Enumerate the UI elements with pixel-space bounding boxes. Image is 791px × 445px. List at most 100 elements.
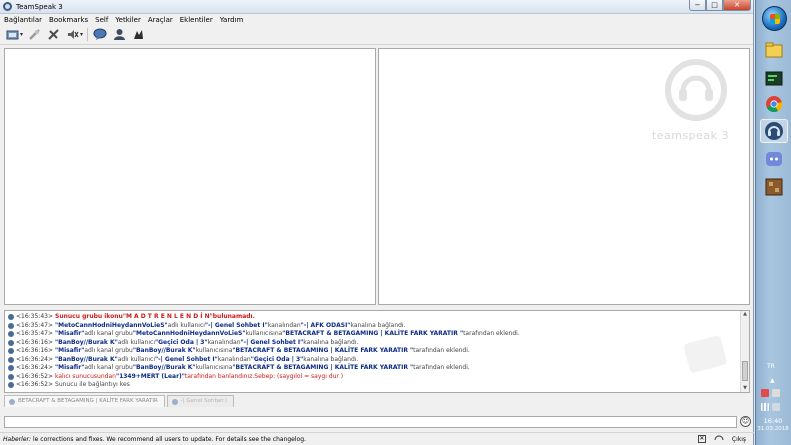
chat-segment: kalıcı sunucusundan bbox=[55, 372, 116, 380]
info-icon bbox=[8, 356, 14, 363]
chat-segment[interactable]: "-| AFK ODASI" bbox=[301, 322, 351, 331]
close-button[interactable]: ✕ bbox=[723, 0, 751, 11]
chat-timestamp: <16:36:16> bbox=[16, 347, 54, 354]
chat-segment: Sunucu grubu ikonu bbox=[55, 313, 123, 320]
menu-eklentiler[interactable]: Eklentiler bbox=[180, 16, 213, 24]
teamspeak-watermark-text: teamspeak 3 bbox=[651, 129, 729, 142]
title-bar[interactable]: TeamSpeak 3 − □ ✕ bbox=[0, 0, 753, 14]
chat-line: <16:36:24> "Misafir" adlı kanal grubu "Ba… bbox=[8, 364, 738, 373]
chat-segment: tarafından eklendi. bbox=[463, 330, 520, 337]
contacts-icon[interactable] bbox=[112, 28, 126, 42]
toolbar: ▾ ▾ bbox=[0, 25, 753, 45]
menu-bar: Bağlantılar Bookmarks Self Yetkiler Araç… bbox=[0, 14, 753, 25]
chat-segment: kullanıcısına bbox=[195, 347, 233, 354]
scroll-down-icon[interactable]: ▼ bbox=[741, 385, 749, 392]
chat-log[interactable]: <16:35:43> Sunucu grubu ikonu "M A D T R … bbox=[4, 310, 750, 393]
chat-segment[interactable]: "-| Genel Sohbet I" bbox=[205, 322, 268, 331]
chat-segment[interactable]: "BanBoy//Burak K" bbox=[55, 339, 118, 348]
teamspeak-icon[interactable] bbox=[760, 119, 788, 143]
news-ticker: le corrections and fixes. We recommend a… bbox=[33, 435, 306, 443]
chat-lines: <16:35:43> Sunucu grubu ikonu "M A D T R … bbox=[8, 313, 738, 390]
chat-segment[interactable]: "MetoCannHodniHeydannVoLieS" bbox=[55, 322, 168, 331]
chat-icon[interactable] bbox=[93, 28, 107, 42]
chat-input[interactable] bbox=[4, 416, 737, 428]
info-icon bbox=[8, 339, 14, 346]
tray-icons-row-1 bbox=[761, 389, 783, 397]
chat-segment[interactable]: "Geçici Oda | 3" bbox=[155, 339, 208, 348]
connect-dropdown-icon[interactable]: ▾ bbox=[20, 31, 23, 38]
chat-segment[interactable]: "BanBoy//Burak K" bbox=[133, 364, 196, 373]
chat-timestamp: <16:36:52> bbox=[16, 372, 54, 380]
subscribe-icon[interactable] bbox=[131, 28, 145, 42]
emoticon-icon[interactable]: ☺ bbox=[740, 416, 751, 427]
chat-segment: tarafından banlandınız.Sebep: (saygılol … bbox=[184, 372, 344, 380]
chat-segment[interactable]: "BETACRAFT & BETAGAMING | KALİTE FARK YA… bbox=[232, 364, 413, 373]
close-news-icon[interactable]: ✕ bbox=[697, 435, 706, 443]
monitor-icon[interactable] bbox=[772, 389, 780, 397]
chat-segment[interactable]: "-| Genel Sohbet I" bbox=[155, 356, 218, 365]
chat-segment[interactable]: "-| Genel Sohbet I" bbox=[241, 339, 304, 348]
clock-time[interactable]: 16:40 bbox=[755, 417, 791, 425]
tab-server-chat[interactable]: BETACRAFT & BETAGAMING | KALİTE FARK YAR… bbox=[4, 395, 165, 407]
menu-yetkiler[interactable]: Yetkiler bbox=[115, 16, 141, 24]
server-icon bbox=[9, 398, 15, 405]
chat-watermark-icon bbox=[684, 335, 727, 373]
window-title: TeamSpeak 3 bbox=[16, 2, 63, 11]
chat-segment: Sunucu ile bağlantıyı kes bbox=[55, 381, 130, 388]
chat-segment[interactable]: "BanBoy//Burak K" bbox=[55, 356, 118, 365]
tray-expand-icon[interactable]: ▲ bbox=[770, 377, 775, 384]
menu-yardim[interactable]: Yardım bbox=[220, 16, 244, 24]
chat-segment: kanalından bbox=[267, 321, 301, 329]
chat-line: <16:36:52> kalıcı sunucusundan "1349+MERT… bbox=[8, 373, 738, 382]
minimize-button[interactable]: − bbox=[689, 0, 706, 11]
news-label: Haberler: bbox=[3, 435, 32, 443]
info-icon bbox=[8, 382, 14, 389]
chat-segment: kanalına bağlandı. bbox=[350, 321, 406, 329]
info-icon bbox=[8, 373, 14, 380]
clock-date[interactable]: 31.03.2018 bbox=[755, 426, 791, 432]
chat-segment[interactable]: "Misafir" bbox=[55, 347, 84, 356]
language-indicator[interactable]: TR bbox=[767, 363, 775, 370]
tab-channel-chat[interactable]: -| Genel Sohbet I bbox=[166, 395, 234, 407]
chat-segment[interactable]: "1349+MERT (Lear)" bbox=[116, 373, 185, 382]
chat-scrollbar[interactable]: ▲ ▼ bbox=[740, 311, 749, 392]
scroll-thumb[interactable] bbox=[742, 361, 748, 381]
tray-icons-row-2 bbox=[761, 403, 783, 411]
status-bar: Haberler: le corrections and fixes. We r… bbox=[0, 432, 754, 445]
file-explorer-icon[interactable] bbox=[760, 38, 788, 62]
chat-segment[interactable]: "MetoCannHodniHeydannVoLieS" bbox=[133, 330, 246, 339]
chat-segment: adlı kanal grubu bbox=[84, 347, 133, 354]
chat-segment[interactable]: "BanBoy//Burak K" bbox=[133, 347, 196, 356]
chat-segment[interactable]: "BETACRAFT & BETAGAMING | KALİTE FARK YA… bbox=[232, 347, 413, 356]
chat-segment: tarafından eklendi. bbox=[413, 347, 470, 354]
mute-speakers-icon[interactable] bbox=[65, 28, 79, 42]
chat-segment[interactable]: "Geçici Oda | 3" bbox=[251, 356, 304, 365]
chat-timestamp: <16:35:47> bbox=[16, 330, 54, 337]
scroll-up-icon[interactable]: ▲ bbox=[741, 311, 749, 318]
exit-label[interactable]: Çıkış bbox=[732, 436, 746, 443]
chat-segment: tarafından eklendi. bbox=[413, 364, 470, 371]
chrome-icon[interactable] bbox=[760, 92, 788, 116]
server-tree-panel[interactable] bbox=[4, 48, 376, 305]
speakers-dropdown-icon[interactable]: ▾ bbox=[80, 31, 83, 38]
info-icon bbox=[8, 365, 14, 372]
terminal-icon[interactable] bbox=[760, 66, 788, 90]
connect-icon[interactable] bbox=[5, 28, 19, 42]
menu-araclar[interactable]: Araçlar bbox=[148, 16, 173, 24]
start-button[interactable] bbox=[762, 6, 787, 31]
disconnect-icon[interactable] bbox=[27, 28, 41, 42]
discord-icon[interactable] bbox=[760, 147, 788, 171]
menu-baglantilar[interactable]: Bağlantılar bbox=[4, 16, 42, 24]
chat-segment[interactable]: "Misafir" bbox=[55, 330, 84, 339]
volume-icon[interactable] bbox=[772, 403, 780, 411]
maximize-button[interactable]: □ bbox=[706, 0, 723, 11]
menu-bookmarks[interactable]: Bookmarks bbox=[49, 16, 88, 24]
chat-segment[interactable]: "BETACRAFT & BETAGAMING | KALİTE FARK YA… bbox=[282, 330, 463, 339]
away-icon[interactable] bbox=[46, 28, 60, 42]
menu-self[interactable]: Self bbox=[95, 16, 108, 24]
network-signal-icon[interactable] bbox=[761, 403, 769, 411]
minecraft-icon[interactable] bbox=[760, 175, 788, 199]
chat-timestamp: <16:36:52> bbox=[16, 381, 54, 388]
chat-segment[interactable]: "Misafir" bbox=[55, 364, 84, 373]
security-flag-icon[interactable] bbox=[761, 389, 769, 397]
